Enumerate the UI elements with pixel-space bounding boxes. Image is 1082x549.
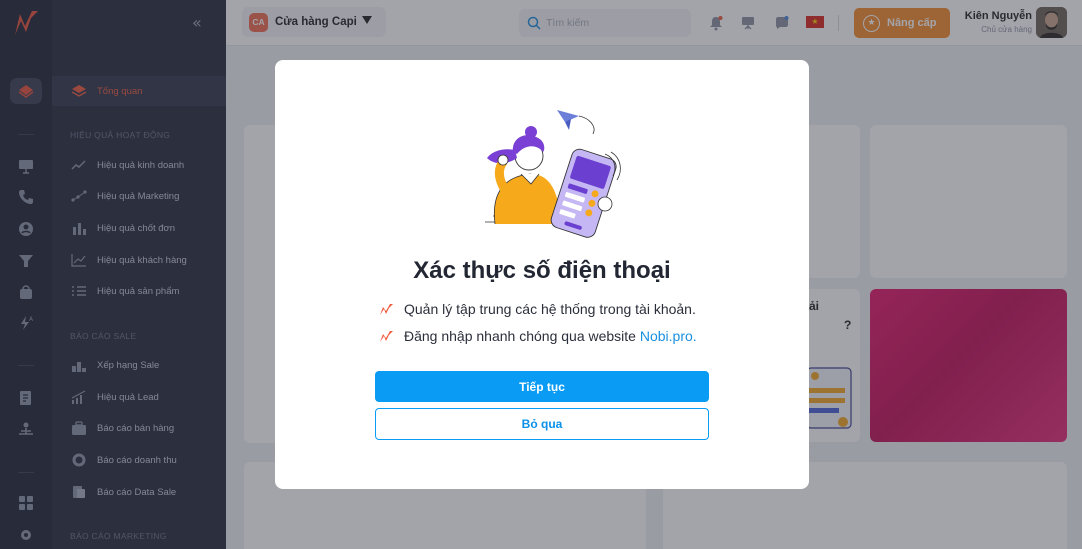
phone-verification-dialog: Xác thực số điện thoại Quản lý tập trung… bbox=[275, 60, 809, 489]
benefit-text: Đăng nhập nhanh chóng qua website Nobi.p… bbox=[404, 328, 697, 344]
dialog-title: Xác thực số điện thoại bbox=[413, 257, 671, 284]
brand-logo-icon bbox=[380, 303, 393, 315]
benefit-text: Quản lý tập trung các hệ thống trong tài… bbox=[404, 301, 696, 317]
benefit-item: Quản lý tập trung các hệ thống trong tài… bbox=[379, 300, 696, 318]
benefit-text-prefix: Đăng nhập nhanh chóng qua website bbox=[404, 328, 640, 344]
benefit-item: Đăng nhập nhanh chóng qua website Nobi.p… bbox=[379, 327, 697, 345]
brand-logo-icon bbox=[380, 330, 393, 342]
skip-button[interactable]: Bỏ qua bbox=[375, 408, 709, 440]
nobi-pro-link[interactable]: Nobi.pro. bbox=[640, 328, 697, 344]
continue-button[interactable]: Tiếp tục bbox=[375, 371, 709, 402]
phone-verification-illustration bbox=[485, 110, 621, 238]
